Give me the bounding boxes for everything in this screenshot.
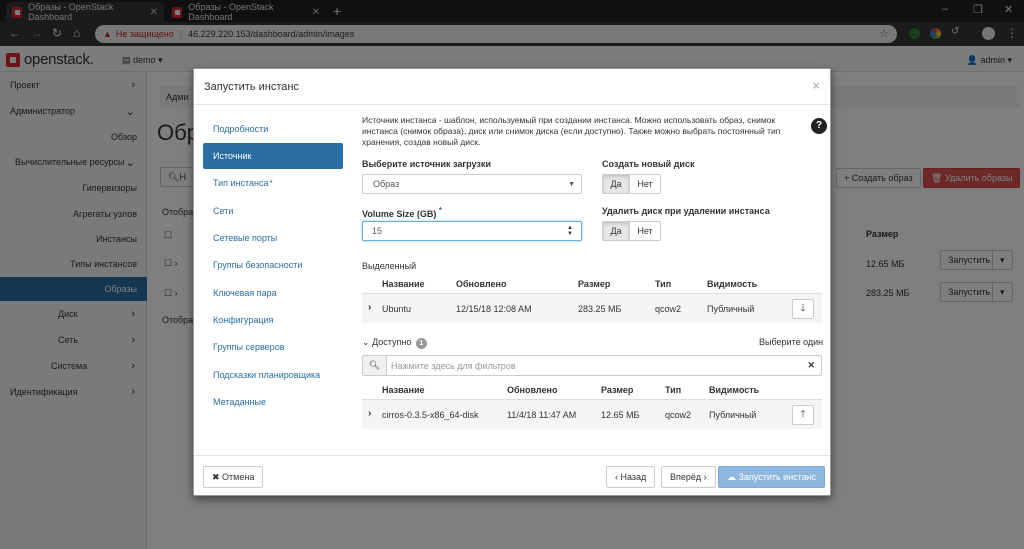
delete-volume-toggle: Да Нет — [602, 221, 661, 241]
wizard-step-flavor[interactable]: Тип инстанса * — [203, 170, 343, 196]
next-button[interactable]: Вперёд › — [661, 466, 716, 488]
image-size: 12.65 МБ — [601, 410, 640, 420]
volume-size-label: Volume Size (GB) * — [362, 206, 442, 219]
image-type: qcow2 — [655, 304, 682, 314]
delete-volume-yes-button[interactable]: Да — [602, 221, 630, 241]
create-volume-yes-button[interactable]: Да — [602, 174, 630, 194]
col-visibility: Видимость — [707, 279, 758, 289]
image-name: Ubuntu — [382, 304, 412, 314]
create-volume-label: Создать новый диск — [602, 159, 695, 169]
allocate-arrow-up-icon[interactable]: 🡑 — [792, 405, 814, 425]
wizard-step-label: Тип инстанса — [213, 178, 269, 188]
expand-row-icon[interactable]: › — [368, 302, 371, 313]
wizard-step-source[interactable]: Источник — [203, 143, 343, 169]
wizard-step-networks[interactable]: Сети — [203, 198, 343, 224]
wizard-step-key-pair[interactable]: Ключевая пара — [203, 280, 343, 306]
col-name: Название — [382, 385, 425, 395]
col-updated: Обновлено — [507, 385, 558, 395]
wizard-step-label: Сетевые порты — [213, 233, 278, 243]
col-name: Название — [382, 279, 425, 289]
volume-size-label-text: Volume Size (GB) — [362, 209, 437, 219]
image-visibility: Публичный — [707, 304, 755, 314]
wizard-step-label: Подробности — [213, 124, 269, 134]
delete-volume-label: Удалить диск при удалении инстанса — [602, 206, 770, 216]
spinner-arrows-icon[interactable]: ▲ ▼ — [567, 225, 573, 237]
launch-instance-button[interactable]: ☁ Запустить инстанс — [718, 466, 826, 488]
table-row: › Ubuntu 12/15/18 12:08 AM 283.25 МБ qco… — [362, 293, 822, 323]
required-asterisk: * — [269, 178, 273, 188]
wizard-step-server-groups[interactable]: Группы серверов — [203, 334, 343, 360]
search-icon: 🔍︎ — [363, 356, 387, 375]
wizard-step-label: Ключевая пара — [213, 288, 277, 298]
boot-source-select[interactable]: Образ ▼ — [362, 174, 582, 194]
wizard-step-security-groups[interactable]: Группы безопасности — [203, 252, 343, 278]
required-asterisk: * — [438, 206, 442, 215]
chevron-down-icon: ⌄ — [362, 337, 370, 347]
modal-title: Запустить инстанс — [204, 81, 299, 93]
deallocate-arrow-down-icon[interactable]: 🡓 — [792, 299, 814, 319]
create-volume-toggle: Да Нет — [602, 174, 661, 194]
source-description: Источник инстанса - шаблон, используемый… — [362, 115, 781, 147]
wizard-step-network-ports[interactable]: Сетевые порты — [203, 225, 343, 251]
volume-size-value: 15 — [372, 226, 383, 236]
available-filter-input[interactable]: 🔍︎ Нажмите здесь для фильтров ✕ — [362, 355, 822, 376]
help-icon[interactable]: ? — [811, 118, 827, 134]
wizard-step-label: Сети — [213, 206, 234, 216]
wizard-step-label: Группы безопасности — [213, 260, 303, 270]
wizard-step-configuration[interactable]: Конфигурация — [203, 307, 343, 333]
col-updated: Обновлено — [456, 279, 507, 289]
wizard-step-label: Источник — [213, 151, 252, 161]
col-size: Размер — [578, 279, 611, 289]
boot-source-label: Выберите источник загрузки — [362, 159, 491, 169]
expand-row-icon[interactable]: › — [368, 408, 371, 419]
create-volume-no-button[interactable]: Нет — [630, 174, 661, 194]
image-updated: 12/15/18 12:08 AM — [456, 304, 532, 314]
available-title-text: Доступно — [372, 337, 412, 347]
image-type: qcow2 — [665, 410, 692, 420]
wizard-step-label: Конфигурация — [213, 315, 274, 325]
col-type: Тип — [665, 385, 682, 395]
col-size: Размер — [601, 385, 634, 395]
close-icon[interactable]: × — [812, 78, 820, 93]
select-one-hint: Выберите один — [759, 337, 824, 347]
back-button[interactable]: ‹ Назад — [606, 466, 656, 488]
available-section-title[interactable]: ⌄ Доступно 1 — [362, 337, 427, 349]
wizard-step-details[interactable]: Подробности — [203, 116, 343, 142]
col-visibility: Видимость — [709, 385, 760, 395]
cancel-button[interactable]: ✖ Отмена — [203, 466, 264, 488]
table-row: › cirros-0.3.5-x86_64-disk 11/4/18 11:47… — [362, 399, 822, 429]
allocated-section-title: Выделенный — [362, 261, 417, 271]
modal-header: Запустить инстанс × — [194, 69, 830, 105]
modal-footer: ✖ Отмена ‹ Назад Вперёд › ☁ Запустить ин… — [194, 455, 830, 496]
boot-source-value: Образ — [373, 179, 400, 189]
launch-instance-modal: Запустить инстанс × Подробности Источник… — [193, 68, 831, 496]
wizard-step-scheduler-hints[interactable]: Подсказки планировщика — [203, 362, 343, 388]
volume-size-input[interactable]: 15 ▲ ▼ — [362, 221, 582, 241]
wizard-step-metadata[interactable]: Метаданные — [203, 389, 343, 415]
wizard-step-label: Подсказки планировщика — [213, 370, 321, 380]
clear-filter-icon[interactable]: ✕ — [807, 360, 815, 371]
image-visibility: Публичный — [709, 410, 757, 420]
available-count-badge: 1 — [415, 338, 427, 349]
image-size: 283.25 МБ — [578, 304, 622, 314]
image-name: cirros-0.3.5-x86_64-disk — [382, 410, 479, 420]
col-type: Тип — [655, 279, 672, 289]
image-updated: 11/4/18 11:47 AM — [507, 410, 577, 420]
filter-placeholder: Нажмите здесь для фильтров — [391, 361, 516, 371]
caret-down-icon: ▼ — [568, 181, 575, 188]
wizard-step-label: Группы серверов — [213, 342, 285, 352]
delete-volume-no-button[interactable]: Нет — [630, 221, 661, 241]
wizard-step-label: Метаданные — [213, 397, 267, 407]
